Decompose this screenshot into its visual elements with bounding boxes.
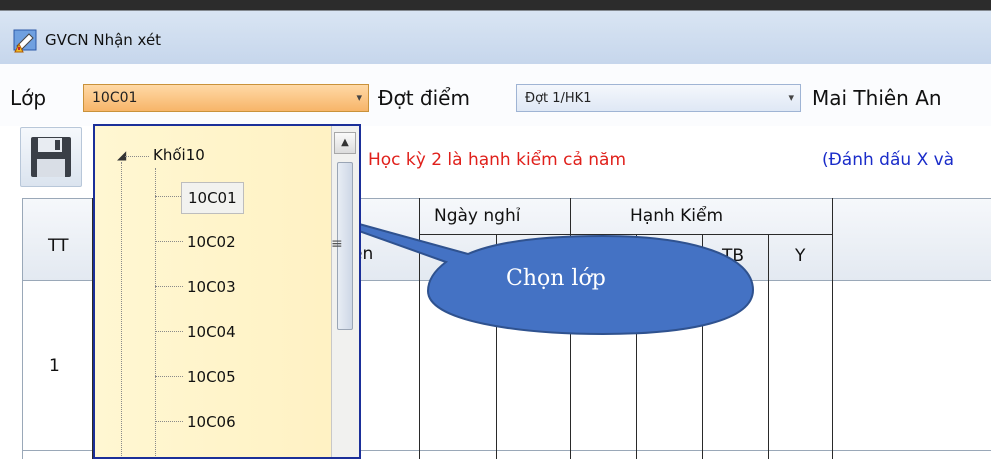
notice-text: ý: Học kỳ 2 là hạnh kiểm cả năm [348,150,627,170]
col-header-tt: TT [48,236,69,256]
grip-icon: ≡ [331,236,343,252]
app-icon [13,28,39,54]
tree-root-khoi10[interactable]: Khối10 [153,146,205,164]
window-title: GVCN Nhận xét [45,31,162,49]
teacher-name: Mai Thiên An [812,86,942,110]
period-select[interactable]: Đợt 1/HK1 ▾ [516,84,801,112]
scroll-up-arrow-icon[interactable]: ▲ [334,132,356,154]
window-titlebar: GVCN Nhận xét [0,0,991,65]
notice-hint: (Đánh dấu X và [822,150,955,170]
tree-item-10c06[interactable]: 10C06 [181,407,242,437]
tree-item-10c03[interactable]: 10C03 [181,272,242,302]
callout-text: Chọn lớp [506,266,606,291]
row-tt: 1 [49,356,60,376]
chevron-down-icon[interactable]: ▾ [356,91,362,104]
floppy-disk-icon [31,137,71,177]
class-label: Lớp [10,86,47,110]
class-select-value: 10C01 [92,90,138,106]
class-select[interactable]: 10C01 ▾ [83,84,369,112]
tree-item-10c01[interactable]: 10C01 [181,182,244,214]
col-header-conduct-y: Y [795,246,806,266]
class-dropdown-tree[interactable]: ◢ Khối10 10C01 10C02 10C03 10C04 10C05 1… [93,124,361,459]
tree-item-10c02[interactable]: 10C02 [181,227,242,257]
tree-item-10c05[interactable]: 10C05 [181,362,242,392]
tree-item-10c04[interactable]: 10C04 [181,317,242,347]
collapse-triangle-icon[interactable]: ◢ [117,148,126,162]
tree-scrollbar[interactable]: ▲ [331,126,359,457]
period-label: Đợt điểm [378,86,470,110]
save-button[interactable] [20,127,82,187]
chevron-down-icon[interactable]: ▾ [788,91,794,104]
period-select-value: Đợt 1/HK1 [525,91,592,106]
